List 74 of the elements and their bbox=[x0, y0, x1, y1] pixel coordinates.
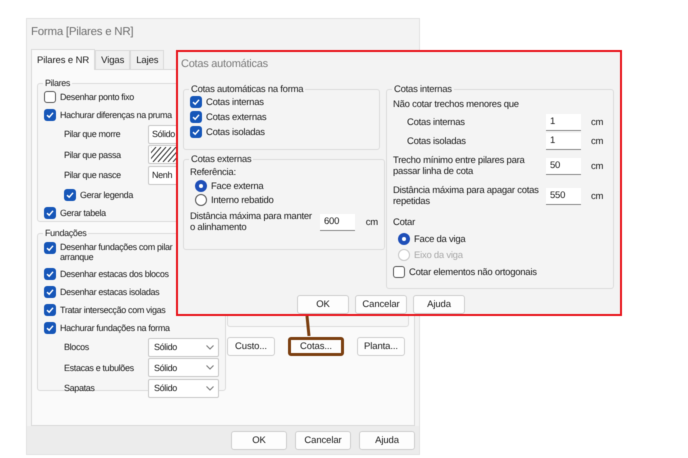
field-label: Blocos bbox=[64, 342, 90, 352]
checkbox[interactable]: Cotas externas bbox=[190, 111, 373, 123]
radio-button[interactable]: Face externa bbox=[195, 180, 378, 192]
dialog-button[interactable]: OK bbox=[297, 295, 349, 314]
unit-label: cm bbox=[590, 160, 604, 172]
check-icon bbox=[46, 324, 54, 332]
check-icon bbox=[46, 270, 54, 278]
checkbox[interactable]: Desenhar estacas dos blocos bbox=[44, 268, 169, 280]
number-field[interactable]: 600 bbox=[320, 214, 355, 230]
dialog-button[interactable]: Cancelar bbox=[295, 430, 351, 450]
leader-line bbox=[305, 316, 311, 336]
field-label: Distância máxima para manter o alinhamento bbox=[190, 211, 313, 233]
chevron-down-icon bbox=[206, 344, 214, 350]
field-label: Pilar que passa bbox=[64, 150, 122, 160]
checkbox[interactable]: Cotas internas bbox=[190, 96, 373, 108]
group-title: Pilares bbox=[44, 78, 72, 88]
checkbox[interactable]: Tratar intersecção com vigas bbox=[44, 304, 166, 316]
tab[interactable]: Vigas bbox=[95, 50, 130, 69]
number-field[interactable]: 50 bbox=[546, 158, 581, 174]
checkbox[interactable]: Hachurar fundações na forma bbox=[44, 322, 170, 334]
chevron-down-icon bbox=[206, 386, 214, 391]
tab[interactable]: Lajes bbox=[130, 50, 164, 69]
radio-button[interactable]: Face da viga bbox=[398, 233, 466, 245]
checkbox[interactable]: Desenhar estacas isoladas bbox=[44, 286, 160, 298]
dropdown[interactable]: Sólido bbox=[148, 358, 219, 378]
dialog-button[interactable]: Ajuda bbox=[359, 430, 415, 450]
group-title: Fundações bbox=[44, 228, 88, 238]
dialog-button[interactable]: Cancelar bbox=[355, 295, 407, 314]
radio-button[interactable]: Interno rebatido bbox=[195, 194, 378, 206]
check-icon bbox=[66, 190, 74, 198]
checkbox[interactable]: Desenhar ponto fixo bbox=[44, 91, 134, 103]
dropdown[interactable]: Sólido bbox=[148, 338, 219, 357]
field-label: Cotas isoladas bbox=[406, 136, 467, 147]
field-label: Pilar que morre bbox=[64, 129, 122, 140]
checkbox[interactable]: Gerar tabela bbox=[44, 206, 106, 218]
unit-label: cm bbox=[590, 117, 604, 128]
check-icon bbox=[46, 244, 54, 252]
field-label: Pilar que nasce bbox=[64, 170, 122, 180]
checkbox[interactable]: Hachurar diferenças na pruma bbox=[44, 109, 172, 121]
dialog-title: Cotas automáticas bbox=[180, 57, 269, 72]
checkbox[interactable]: Gerar legenda bbox=[64, 188, 133, 200]
check-icon bbox=[46, 306, 54, 314]
dropdown[interactable]: Sólido bbox=[148, 378, 219, 398]
number-field[interactable]: 1 bbox=[546, 133, 581, 150]
highlighted-button[interactable]: Cotas... bbox=[288, 337, 344, 356]
group-title: Cotas automáticas na forma bbox=[190, 84, 304, 95]
chevron-down-icon bbox=[206, 365, 214, 370]
field-label: Trecho mínimo entre pilares para passar linha de cota bbox=[393, 155, 526, 177]
field-label: Cotar bbox=[393, 217, 415, 228]
field-label: Cotas internas bbox=[406, 117, 466, 128]
check-icon bbox=[46, 111, 54, 119]
checkbox[interactable]: Cotas isoladas bbox=[190, 126, 373, 138]
unit-label: cm bbox=[590, 190, 604, 202]
tab[interactable]: Pilares e NR bbox=[31, 49, 96, 70]
window-title: Forma [Pilares e NR] bbox=[30, 25, 134, 40]
field-label: Não cotar trechos menores que bbox=[393, 99, 519, 110]
dialog-button[interactable]: OK bbox=[231, 430, 287, 450]
number-field[interactable]: 550 bbox=[546, 188, 581, 204]
checkbox[interactable]: Desenhar fundações com pilar arranque bbox=[44, 242, 176, 262]
group-title: Cotas externas bbox=[190, 154, 252, 165]
field-label: Referência: bbox=[190, 167, 237, 178]
check-icon bbox=[46, 288, 54, 296]
field-label: Distância máxima para apagar cotas repetidas bbox=[393, 185, 540, 207]
field-label: Sapatas bbox=[64, 383, 96, 394]
check-icon bbox=[46, 208, 54, 216]
button[interactable]: Planta... bbox=[357, 337, 405, 356]
group-title: Cotas internas bbox=[393, 84, 453, 95]
button[interactable]: Custo... bbox=[227, 337, 275, 356]
unit-label: cm bbox=[590, 136, 604, 147]
dialog-button[interactable]: Ajuda bbox=[413, 295, 465, 314]
unit-label: cm bbox=[364, 216, 378, 228]
number-field[interactable]: 1 bbox=[546, 114, 581, 131]
checkbox[interactable]: Cotar elementos não ortogonais bbox=[393, 266, 607, 278]
field-label: Estacas e tubulões bbox=[64, 362, 135, 373]
